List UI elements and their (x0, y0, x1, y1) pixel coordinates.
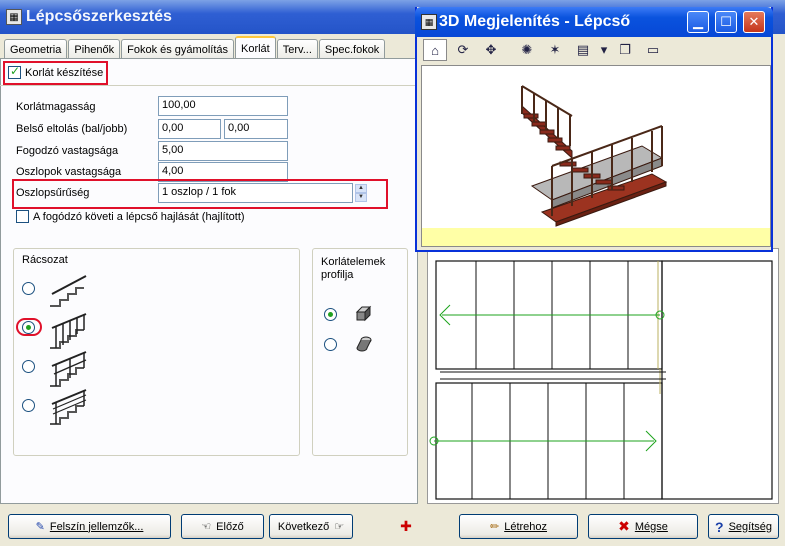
surface-label: Felszín jellemzők... (49, 520, 144, 533)
density-select[interactable]: 1 oszlop / 1 fok (158, 183, 353, 203)
axis-icon[interactable]: ✚ (396, 516, 416, 536)
profile-option-round[interactable] (324, 338, 337, 351)
cancel-button[interactable]: ✖ Mégse (588, 514, 698, 539)
brush-icon: ✎ (35, 521, 45, 533)
create-railing-checkbox[interactable] (8, 64, 21, 79)
tab-geometria[interactable]: Geometria (4, 39, 68, 59)
tab-korlat[interactable]: Korlát (235, 36, 276, 59)
dropdown-arrow-icon[interactable]: ▾ (599, 39, 609, 61)
view3d-app-icon: ▦ (421, 14, 437, 30)
density-spinner[interactable]: ▲ ▼ (355, 184, 367, 202)
next-icon: ☞ (334, 521, 345, 533)
offset-right-input[interactable]: 0,00 (224, 119, 288, 139)
prev-icon: ☜ (201, 521, 212, 533)
view3d-status-strip (422, 228, 770, 246)
lattice-none-icon (50, 275, 87, 307)
pencil-icon: ✏ (489, 521, 500, 533)
x-icon: ✖ (618, 518, 630, 534)
spin-up-icon[interactable]: ▲ (355, 184, 367, 193)
tab-terv[interactable]: Terv... (276, 39, 318, 59)
ruler-icon[interactable]: ▭ (641, 39, 665, 61)
calculator-icon[interactable]: ▤ (571, 39, 595, 61)
help-label: Segítség (728, 520, 772, 533)
stair-plan-drawing (429, 260, 773, 500)
round-profile-icon (356, 336, 372, 352)
divider (0, 85, 418, 86)
view3d-title: 3D Megjelenítés - Lépcső (439, 13, 631, 30)
profile-label-1: Korlátelemek (319, 256, 388, 269)
tab-pihenok[interactable]: Pihenők (68, 39, 121, 59)
profile-label-2: profilja (319, 269, 356, 282)
surface-button[interactable]: ✎ Felszín jellemzők... (8, 514, 171, 539)
spin-down-icon[interactable]: ▼ (355, 193, 367, 202)
pan-icon[interactable]: ✥ (479, 39, 503, 61)
offset-left-input[interactable]: 0,00 (158, 119, 221, 139)
height-input[interactable]: 100,00 (158, 96, 288, 116)
home-icon[interactable]: ⌂ (423, 39, 447, 61)
cancel-label: Mégse (634, 520, 668, 533)
lattice-label: Rácsozat (20, 254, 70, 266)
post-label: Oszlopok vastagsága (16, 166, 122, 178)
lattice-balusters-icon (50, 313, 87, 349)
close-button[interactable]: ✕ (743, 11, 765, 33)
stair-3d-render (521, 85, 668, 227)
tab-fokok[interactable]: Fokok és gyámolítás (121, 39, 234, 59)
tab-strip: Geometria Pihenők Fokok és gyámolítás Ko… (4, 36, 386, 59)
lattice-option-3[interactable] (22, 360, 35, 373)
lattice-panel-icon (50, 351, 87, 387)
help-icon: ? (715, 518, 724, 535)
handrail-label: Fogodzó vastagsága (16, 145, 119, 157)
minimize-button[interactable]: ▁ (687, 11, 709, 33)
prev-button[interactable]: ☜ Előző (181, 514, 264, 539)
view3d-toolbar: ⌂ ⟳ ✥ ✺ ✶ ▤ ▾ ❐ ▭ (417, 37, 771, 63)
app-icon: ▦ (6, 9, 22, 25)
window-title: Lépcsőszerkesztés (26, 8, 172, 25)
create-railing-row[interactable]: Korlát készítése (8, 64, 104, 79)
lattice-option-4[interactable] (22, 399, 35, 412)
follow-label: A fogódzó követi a lépcső hajlását (hajl… (33, 210, 245, 223)
maximize-button[interactable]: ☐ (715, 11, 737, 33)
orbit-icon[interactable]: ⟳ (451, 39, 475, 61)
height-label: Korlátmagasság (16, 101, 96, 113)
help-button[interactable]: ? Segítség (708, 514, 779, 539)
follow-row[interactable]: A fogódzó követi a lépcső hajlását (hajl… (16, 210, 245, 223)
create-label: Létrehoz (504, 520, 548, 533)
next-label: Következő (277, 520, 330, 533)
lattice-option-2[interactable] (22, 321, 35, 334)
density-label: Oszlopsűrűség (16, 187, 90, 199)
create-button[interactable]: ✏ Létrehoz (459, 514, 578, 539)
create-railing-label: Korlát készítése (25, 66, 104, 79)
next-button[interactable]: Következő ☞ (269, 514, 353, 539)
lattice-option-1[interactable] (22, 282, 35, 295)
view3d-window: ▦ 3D Megjelenítés - Lépcső ▁ ☐ ✕ ⌂ ⟳ ✥ ✺… (415, 7, 773, 252)
plan-view (427, 248, 779, 504)
follow-checkbox[interactable] (16, 210, 29, 223)
view3d-canvas (421, 65, 771, 247)
square-profile-icon (355, 305, 372, 322)
profile-option-square[interactable] (324, 308, 337, 321)
window-icon[interactable]: ❐ (613, 39, 637, 61)
tab-spec-fokok[interactable]: Spec.fokok (318, 39, 386, 59)
render-icon[interactable]: ✺ (515, 39, 539, 61)
lattice-horizontal-icon (50, 389, 87, 425)
offset-label: Belső eltolás (bal/jobb) (16, 123, 128, 135)
light-icon[interactable]: ✶ (543, 39, 567, 61)
prev-label: Előző (216, 520, 244, 533)
handrail-input[interactable]: 5,00 (158, 141, 288, 161)
